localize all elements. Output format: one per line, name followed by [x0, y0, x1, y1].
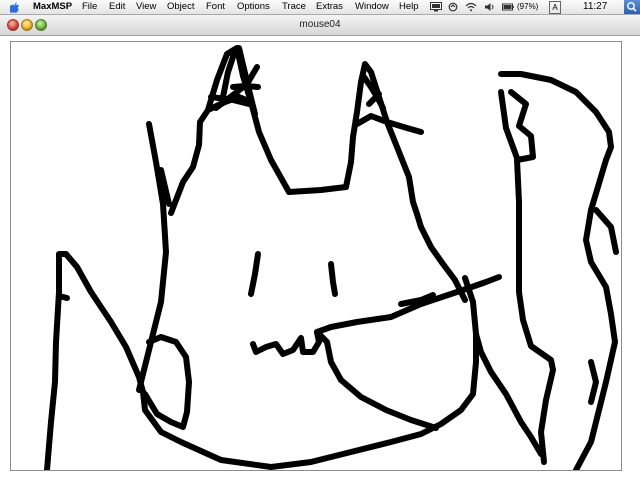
drawing-stroke — [414, 211, 468, 303]
freehand-drawing — [44, 45, 619, 470]
drawing-stroke — [508, 89, 556, 465]
menu-font[interactable]: Font — [206, 0, 225, 14]
drawing-stroke — [44, 251, 479, 470]
apple-menu-icon[interactable] — [10, 0, 20, 14]
menu-view[interactable]: View — [136, 0, 156, 14]
drawing-stroke — [248, 251, 261, 297]
app-menu[interactable]: MaxMSP — [33, 0, 72, 14]
drawing-stroke — [56, 293, 70, 301]
sync-icon[interactable] — [447, 2, 459, 12]
battery-percent: (97%) — [517, 2, 539, 11]
wifi-icon[interactable] — [465, 2, 477, 12]
volume-icon[interactable] — [484, 2, 496, 12]
drawing-stroke — [473, 331, 544, 457]
window-content — [0, 36, 640, 480]
input-menu[interactable]: A — [549, 1, 561, 14]
menu-help[interactable]: Help — [399, 0, 419, 14]
drawing-stroke — [588, 359, 599, 405]
drawing-stroke — [230, 83, 261, 90]
menu-window[interactable]: Window — [355, 0, 389, 14]
menu-bar: MaxMSP File Edit View Object Font Option… — [0, 0, 640, 15]
drawing-stroke — [136, 121, 169, 393]
display-icon[interactable] — [430, 2, 442, 12]
window-title: mouse04 — [299, 19, 341, 30]
battery-icon[interactable] — [502, 2, 514, 12]
menu-file[interactable]: File — [82, 0, 97, 14]
drawing-canvas[interactable] — [10, 41, 622, 471]
menu-trace[interactable]: Trace — [282, 0, 306, 14]
menu-separator — [568, 0, 576, 14]
drawing-stroke — [286, 184, 349, 195]
window-titlebar[interactable]: mouse04 — [0, 15, 640, 36]
menu-edit[interactable]: Edit — [109, 0, 125, 14]
clock[interactable]: 11:27 — [583, 0, 607, 14]
menu-extras[interactable]: Extras — [316, 0, 343, 14]
drawing-window: mouse04 — [0, 15, 640, 480]
drawing-stroke — [498, 89, 520, 161]
drawing-stroke — [314, 329, 439, 431]
drawing-stroke — [250, 329, 322, 357]
drawing-stroke — [343, 61, 420, 217]
drawing-stroke — [328, 261, 338, 297]
drawing-stroke — [593, 207, 619, 255]
menu-object[interactable]: Object — [167, 0, 194, 14]
menu-options[interactable]: Options — [237, 0, 270, 14]
spotlight-button[interactable] — [624, 0, 640, 14]
spotlight-icon — [627, 2, 637, 12]
